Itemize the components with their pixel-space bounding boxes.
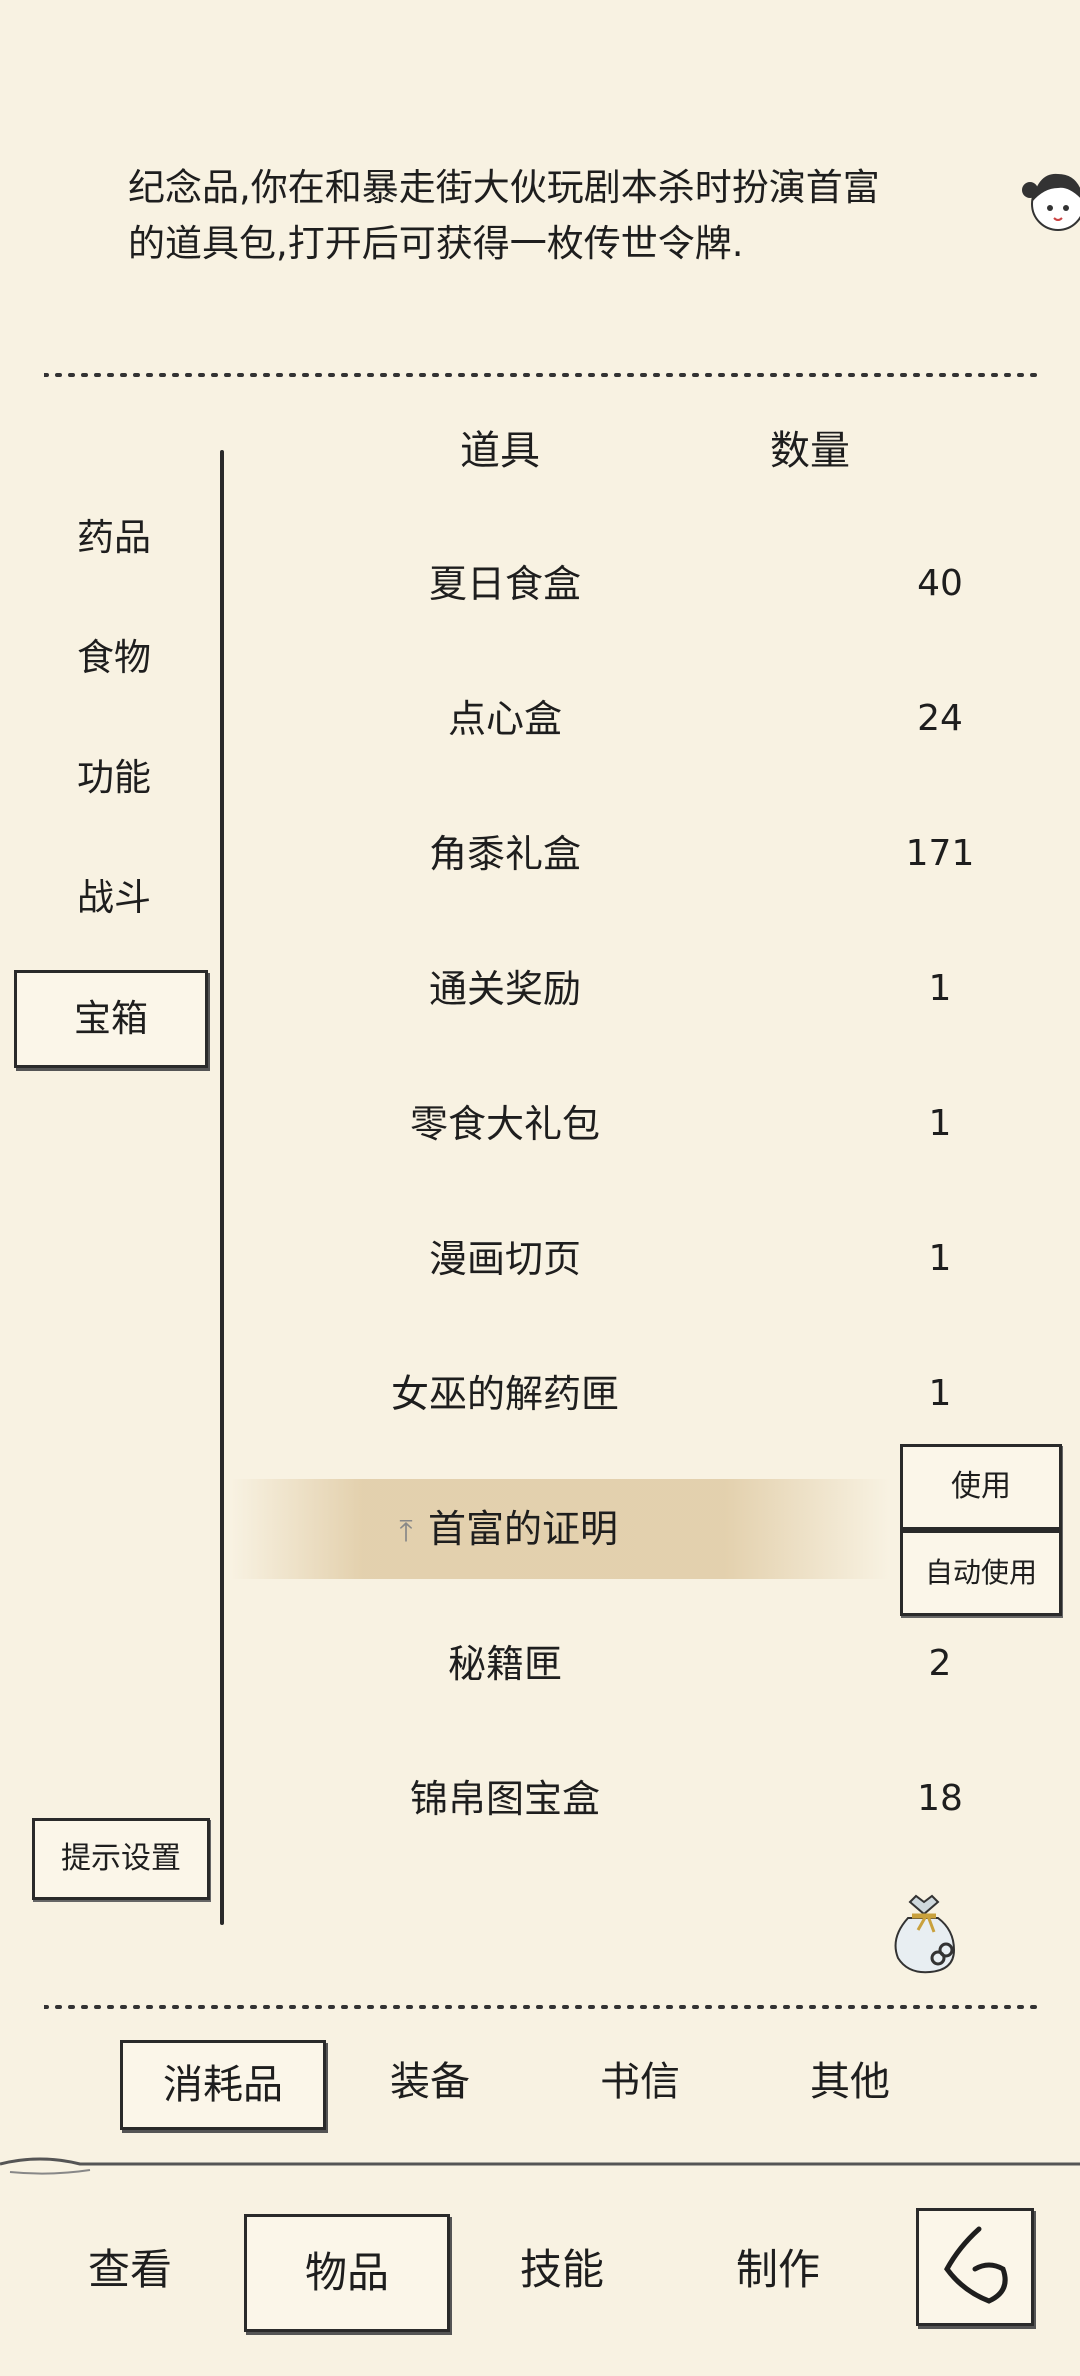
item-name: 首富的证明: [427, 1507, 618, 1551]
tab-others[interactable]: 其他: [770, 2040, 930, 2124]
use-button[interactable]: 使用: [900, 1444, 1062, 1530]
item-row[interactable]: 点心盒 24: [230, 669, 963, 769]
hint-settings-button[interactable]: 提示设置: [32, 1818, 210, 1900]
column-header-item: 道具: [460, 428, 540, 474]
description-line: 的道具包,打开后可获得一枚传世令牌.: [128, 222, 744, 265]
item-name: 角黍礼盒: [428, 832, 581, 876]
character-avatar-icon[interactable]: [1018, 162, 1080, 246]
item-name: 漫画切页: [428, 1237, 581, 1281]
item-qty: 1: [928, 1103, 952, 1144]
tab-equipment[interactable]: 装备: [350, 2040, 510, 2124]
category-food[interactable]: 食物: [20, 612, 208, 704]
auto-use-button[interactable]: 自动使用: [900, 1530, 1062, 1616]
item-bag-icon[interactable]: [884, 1888, 964, 1978]
description-line: 纪念品,你在和暴走街大伙玩剧本杀时扮演首富: [128, 166, 880, 209]
item-qty: 1: [928, 1238, 952, 1279]
category-function[interactable]: 功能: [20, 732, 208, 824]
tab-consumables[interactable]: 消耗品: [120, 2040, 326, 2130]
item-qty: 24: [917, 698, 963, 739]
nav-crafting[interactable]: 制作: [688, 2214, 868, 2326]
item-row[interactable]: 夏日食盒 40: [230, 534, 963, 634]
item-row-selected[interactable]: ⤒首富的证明 1: [230, 1479, 951, 1582]
item-name: 夏日食盒: [428, 562, 581, 606]
item-name: 通关奖励: [428, 967, 581, 1011]
category-battle[interactable]: 战斗: [20, 852, 208, 944]
nav-skills[interactable]: 技能: [472, 2214, 652, 2326]
item-qty: 2: [928, 1643, 952, 1684]
item-row[interactable]: 漫画切页 1: [230, 1209, 951, 1309]
item-name: 锦帛图宝盒: [409, 1777, 600, 1821]
category-medicine[interactable]: 药品: [20, 492, 208, 584]
item-row[interactable]: 女巫的解药匣 1: [230, 1344, 951, 1444]
category-treasure-chest[interactable]: 宝箱: [14, 970, 208, 1068]
item-row[interactable]: 零食大礼包 1: [230, 1074, 951, 1174]
brush-divider: [0, 2150, 1080, 2180]
back-arrow-icon[interactable]: [916, 2208, 1034, 2326]
item-qty: 171: [905, 833, 975, 874]
sidebar-divider: [220, 450, 224, 1925]
item-qty: 18: [917, 1778, 963, 1819]
item-name-wrap: ⤒ 首富的证明: [230, 1479, 780, 1582]
item-name: 秘籍匣: [447, 1642, 562, 1686]
item-name: 女巫的解药匣: [390, 1372, 619, 1416]
item-qty: 1: [928, 968, 952, 1009]
item-description: 纪念品,你在和暴走街大伙玩剧本杀时扮演首富 的道具包,打开后可获得一枚传世令牌.: [128, 160, 948, 272]
item-row[interactable]: 锦帛图宝盒 18: [230, 1749, 963, 1849]
item-row[interactable]: 角黍礼盒 171: [230, 804, 974, 904]
item-name: 点心盒: [447, 697, 562, 741]
pin-top-icon[interactable]: ⤒: [392, 1482, 420, 1582]
dotted-divider: [42, 1996, 1042, 2009]
dotted-divider: [42, 364, 1042, 377]
item-row[interactable]: 秘籍匣 2: [230, 1614, 951, 1714]
item-qty: 1: [928, 1373, 952, 1414]
item-name: 零食大礼包: [409, 1102, 600, 1146]
nav-view[interactable]: 查看: [40, 2214, 220, 2326]
tab-letters[interactable]: 书信: [560, 2040, 720, 2124]
nav-items[interactable]: 物品: [244, 2214, 450, 2332]
item-qty: 40: [917, 563, 963, 604]
column-header-quantity: 数量: [770, 428, 850, 474]
item-row[interactable]: 通关奖励 1: [230, 939, 951, 1039]
